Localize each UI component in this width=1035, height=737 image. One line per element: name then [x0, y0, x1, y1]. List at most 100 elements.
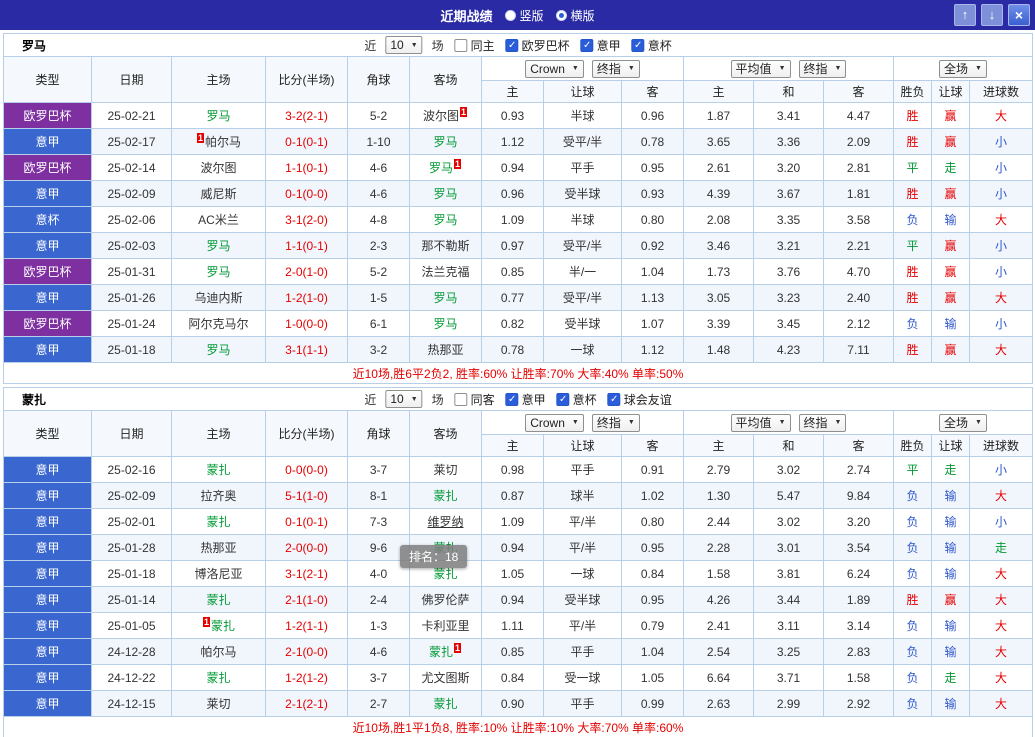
filter-同客[interactable]: 同客	[454, 391, 495, 408]
scope-select[interactable]: 全场 ▼	[939, 413, 987, 432]
home-team-name[interactable]: AC米兰	[198, 213, 239, 227]
handicap-cell: 球半	[543, 482, 622, 509]
away-team-name[interactable]: 维罗纳	[427, 515, 463, 529]
league-cell: 欧罗巴杯	[3, 102, 92, 129]
home-team-name[interactable]: 罗马	[206, 109, 230, 123]
checked-checkbox-icon[interactable]: ✓	[580, 38, 594, 52]
home-team-name[interactable]: 蒙扎	[206, 593, 230, 607]
odds-away-cell: 0.92	[621, 232, 684, 259]
away-team-name[interactable]: 蒙扎	[433, 697, 457, 711]
filter-欧罗巴杯[interactable]: ✓ 欧罗巴杯	[505, 37, 570, 54]
away-team-name[interactable]: 罗马	[433, 291, 457, 305]
checked-checkbox-icon[interactable]: ✓	[505, 38, 519, 52]
average-stage-select[interactable]: 终指 ▼	[798, 59, 847, 78]
away-team-name[interactable]: 蒙扎	[433, 489, 457, 503]
avg-away-cell: 4.70	[823, 258, 894, 285]
home-team-name[interactable]: 罗马	[206, 239, 230, 253]
unchecked-checkbox-icon[interactable]	[454, 38, 468, 52]
home-team-name[interactable]: 波尔图	[200, 161, 236, 175]
away-team-name[interactable]: 罗马	[433, 213, 457, 227]
average-stage-select[interactable]: 终指 ▼	[798, 413, 847, 432]
avg-away-cell: 4.47	[823, 102, 894, 129]
layout-option-vertical[interactable]: 竖版	[504, 7, 544, 24]
away-team-name[interactable]: 罗马	[429, 161, 453, 175]
avg-draw-cell: 3.25	[753, 638, 824, 665]
scroll-up-button[interactable]: ↑	[954, 4, 976, 26]
sections-container: 罗马近 10 ▼ 场同主 ✓ 欧罗巴杯 ✓ 意甲 ✓ 意杯 类型 日期 主场 比分(半场) 角球 客场 Crow…	[0, 33, 1035, 737]
checked-checkbox-icon[interactable]: ✓	[607, 392, 621, 406]
league-cell: 意甲	[3, 690, 92, 717]
away-team-name[interactable]: 卡利亚里	[421, 619, 469, 633]
away-team-name[interactable]: 那不勒斯	[421, 239, 469, 253]
away-team-name[interactable]: 罗马	[433, 135, 457, 149]
away-team-name[interactable]: 罗马	[433, 187, 457, 201]
radio-icon-vertical[interactable]	[504, 9, 516, 21]
filter-意甲[interactable]: ✓ 意甲	[580, 37, 621, 54]
scroll-down-button[interactable]: ↓	[981, 4, 1003, 26]
scope-select[interactable]: 全场 ▼	[939, 59, 987, 78]
odds-company-select[interactable]: Crown ▼	[525, 59, 584, 78]
home-team-name[interactable]: 蒙扎	[206, 463, 230, 477]
match-row: 意甲 25-01-05 1 蒙扎 1-2(1-1) 1-3 卡利亚里 1.11 平/半 0.79 2…	[3, 612, 1034, 639]
league-cell: 意甲	[3, 180, 92, 207]
sub-column-header: 主	[683, 434, 754, 457]
away-cell: 佛罗伦萨	[409, 586, 482, 613]
recent-count-select[interactable]: 10 ▼	[385, 390, 423, 408]
checked-checkbox-icon[interactable]: ✓	[505, 392, 519, 406]
away-team-name[interactable]: 波尔图	[423, 109, 459, 123]
recent-count-select[interactable]: 10 ▼	[385, 36, 423, 54]
home-team-name[interactable]: 帕尔马	[205, 135, 241, 149]
home-team-name[interactable]: 威尼斯	[200, 187, 236, 201]
checked-checkbox-icon[interactable]: ✓	[631, 38, 645, 52]
average-select[interactable]: 平均值 ▼	[730, 59, 791, 78]
home-team-name[interactable]: 蒙扎	[206, 671, 230, 685]
home-team-name[interactable]: 博洛尼亚	[194, 567, 242, 581]
home-team-name[interactable]: 罗马	[206, 265, 230, 279]
handicap-result-cell: 输	[931, 482, 970, 509]
layout-option-horizontal[interactable]: 横版	[555, 7, 595, 24]
home-team-name[interactable]: 帕尔马	[200, 645, 236, 659]
home-team-name[interactable]: 热那亚	[200, 541, 236, 555]
home-team-name[interactable]: 拉齐奥	[200, 489, 236, 503]
away-cell: 尤文图斯	[409, 664, 482, 691]
home-team-name[interactable]: 蒙扎	[206, 515, 230, 529]
odds-company-select[interactable]: Crown ▼	[525, 413, 584, 432]
close-button[interactable]: ×	[1008, 4, 1030, 26]
radio-icon-horizontal[interactable]	[555, 9, 567, 21]
score-cell: 1-1(0-1)	[265, 232, 348, 259]
checked-checkbox-icon[interactable]: ✓	[556, 392, 570, 406]
filter-球会友谊[interactable]: ✓ 球会友谊	[607, 391, 672, 408]
away-team-name[interactable]: 蒙扎	[433, 567, 457, 581]
odds-home-cell: 0.82	[481, 310, 544, 337]
dropdown-arrow-icon: ▼	[410, 395, 418, 403]
away-team-name[interactable]: 法兰克福	[421, 265, 469, 279]
handicap-result-cell: 赢	[931, 232, 970, 259]
filter-意杯[interactable]: ✓ 意杯	[556, 391, 597, 408]
avg-home-cell: 6.64	[683, 664, 754, 691]
filter-同主[interactable]: 同主	[454, 37, 495, 54]
avg-away-cell: 1.89	[823, 586, 894, 613]
odds-stage-select[interactable]: 终指 ▼	[591, 413, 640, 432]
away-team-name[interactable]: 尤文图斯	[421, 671, 469, 685]
results-table: 蒙扎近 10 ▼ 场同客 ✓ 意甲 ✓ 意杯 ✓ 球会友谊 类型 日期 主场 比分(半场) 角球 客场 Crow…	[2, 387, 1034, 737]
match-row: 欧罗巴杯 25-02-21 罗马 3-2(2-1) 5-2 波尔图 1 0.93 半球 0.96 1…	[3, 102, 1034, 129]
average-select[interactable]: 平均值 ▼	[730, 413, 791, 432]
away-team-name[interactable]: 佛罗伦萨	[421, 593, 469, 607]
handicap-cell: 半球	[543, 206, 622, 233]
away-team-name[interactable]: 莱切	[433, 463, 457, 477]
league-cell: 意甲	[3, 534, 92, 561]
home-team-name[interactable]: 阿尔克马尔	[188, 317, 248, 331]
away-team-name[interactable]: 热那亚	[427, 343, 463, 357]
odds-stage-select[interactable]: 终指 ▼	[591, 59, 640, 78]
home-team-name[interactable]: 罗马	[206, 343, 230, 357]
filter-意甲[interactable]: ✓ 意甲	[505, 391, 546, 408]
result-cell: 平	[893, 154, 932, 181]
away-team-name[interactable]: 蒙扎	[429, 645, 453, 659]
unchecked-checkbox-icon[interactable]	[454, 392, 468, 406]
home-team-name[interactable]: 莱切	[206, 697, 230, 711]
home-team-name[interactable]: 蒙扎	[211, 619, 235, 633]
away-team-name[interactable]: 罗马	[433, 317, 457, 331]
home-cell: 阿尔克马尔	[171, 310, 266, 337]
filter-意杯[interactable]: ✓ 意杯	[631, 37, 672, 54]
home-team-name[interactable]: 乌迪内斯	[194, 291, 242, 305]
